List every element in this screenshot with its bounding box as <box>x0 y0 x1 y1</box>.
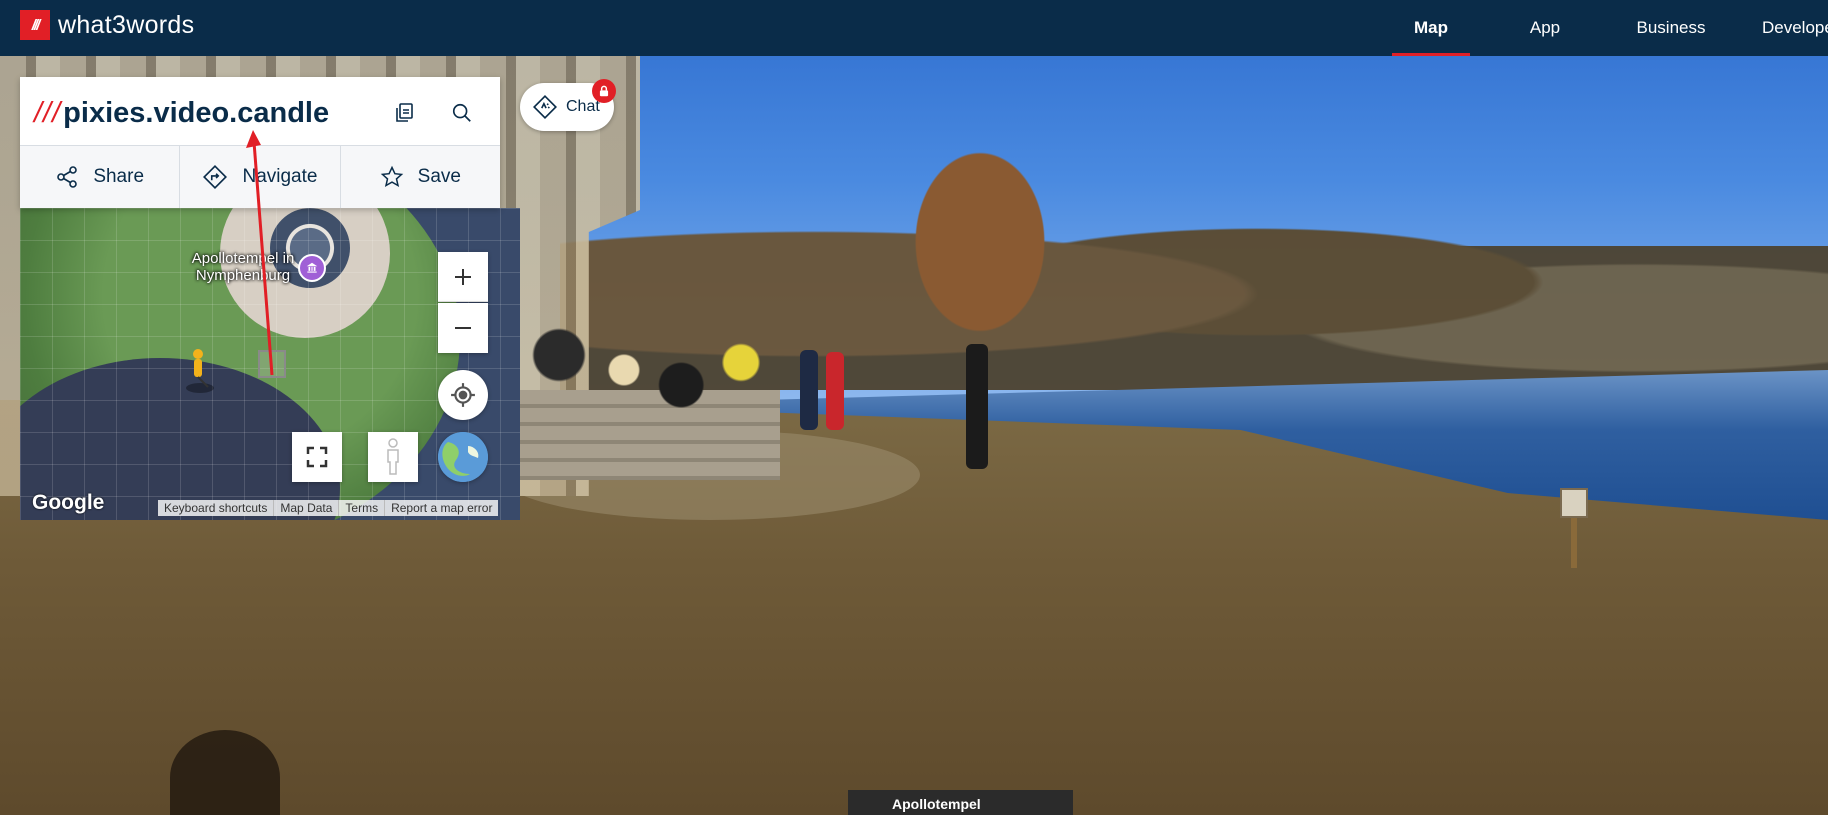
share-icon <box>57 166 78 188</box>
main-nav: Map App Business Develope <box>1392 0 1828 56</box>
zoom-out-button[interactable] <box>438 303 488 353</box>
nav-item-label: App <box>1529 18 1561 37</box>
standing-person <box>826 352 844 430</box>
nav-item-business[interactable]: Business <box>1620 0 1722 56</box>
nav-item-label: Develope <box>1762 18 1828 37</box>
annotation-arrow <box>246 130 274 376</box>
street-view-pegman-button[interactable] <box>368 432 418 482</box>
zoom-in-button[interactable] <box>438 252 488 302</box>
nav-item-developers[interactable]: Develope <box>1722 0 1828 56</box>
sign-post <box>1571 518 1577 568</box>
landmark-icon <box>306 262 318 273</box>
google-logo: Google <box>32 491 105 514</box>
minus-icon <box>455 327 471 329</box>
seated-people <box>520 310 780 460</box>
address-slashes: /// <box>34 96 62 129</box>
nav-item-label: Business <box>1636 18 1706 37</box>
logo-text: what3words <box>58 10 195 39</box>
search-button[interactable] <box>442 93 482 133</box>
active-tab-underline <box>1392 53 1470 56</box>
report-map-error-link[interactable]: Report a map error <box>385 500 498 516</box>
lock-icon <box>599 85 609 97</box>
navigate-icon <box>203 165 228 189</box>
map-layer-toggle[interactable] <box>438 432 488 482</box>
my-location-button[interactable] <box>438 370 488 420</box>
standing-person <box>966 344 988 469</box>
top-navigation-bar: /// what3words Map App Business Develope <box>0 0 1828 56</box>
what3words-logo[interactable]: /// what3words <box>20 10 194 40</box>
nav-item-app[interactable]: App <box>1470 0 1620 56</box>
pegman-marker-icon <box>186 349 214 393</box>
search-icon <box>452 103 471 122</box>
fullscreen-button[interactable] <box>292 432 342 482</box>
chat-label: Chat <box>566 98 600 115</box>
terms-link[interactable]: Terms <box>339 500 386 516</box>
lock-badge <box>592 79 616 103</box>
copy-icon <box>396 103 413 122</box>
nav-item-map[interactable]: Map <box>1392 0 1470 56</box>
crosshair-icon <box>451 383 475 407</box>
share-button[interactable]: Share <box>20 146 181 208</box>
keyboard-shortcuts-link[interactable]: Keyboard shortcuts <box>158 500 275 516</box>
globe-icon <box>438 432 488 482</box>
three-word-address[interactable]: /// pixies.video.candle <box>34 87 329 139</box>
share-label: Share <box>93 166 145 187</box>
pegman-icon <box>387 438 399 475</box>
nav-item-label: Map <box>1414 18 1448 37</box>
map-data-link[interactable]: Map Data <box>274 500 340 516</box>
plus-icon <box>455 268 471 285</box>
star-icon <box>380 165 403 187</box>
meadow-sign <box>1560 488 1588 518</box>
logo-mark: /// <box>20 10 50 40</box>
photographer-shadow <box>170 730 280 815</box>
copy-button[interactable] <box>384 93 424 133</box>
address-words: pixies.video.candle <box>63 96 330 129</box>
standing-person <box>800 350 818 430</box>
save-button[interactable]: Save <box>341 146 500 208</box>
landmark-pin[interactable] <box>298 254 326 282</box>
chat-sparkle-icon <box>533 95 557 119</box>
map-footer: Keyboard shortcuts Map Data Terms Report… <box>158 500 499 516</box>
fullscreen-icon <box>306 446 328 468</box>
street-view-place-tag: Apollotempel <box>848 790 1073 815</box>
save-label: Save <box>417 166 461 187</box>
